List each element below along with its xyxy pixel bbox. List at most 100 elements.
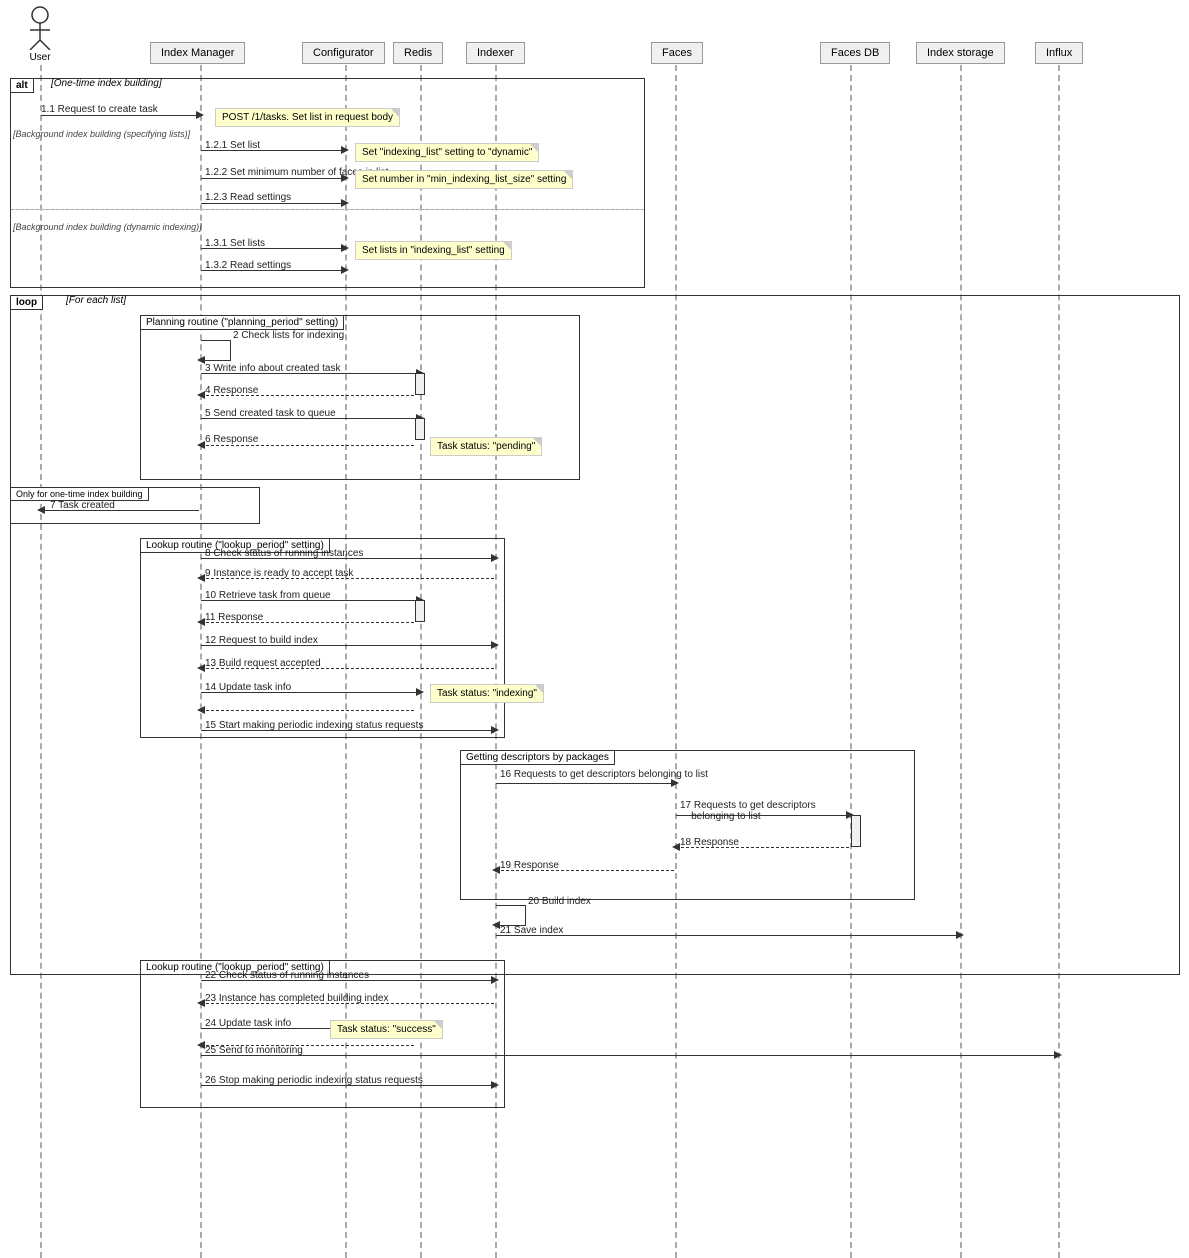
label-m6: 6 Response xyxy=(205,434,258,445)
activation-redis-m5 xyxy=(415,418,425,440)
arrowhead-m9-left xyxy=(197,574,205,582)
label-m24: 24 Update task info xyxy=(205,1018,291,1029)
arrowhead-m24-back xyxy=(197,1041,205,1049)
alt-label: alt xyxy=(10,78,34,93)
one-time-frame: Only for one-time index building xyxy=(10,487,260,524)
label-m4: 4 Response xyxy=(205,385,258,396)
arrowhead-m123 xyxy=(341,199,349,207)
arrow-m16 xyxy=(496,783,674,784)
arrow-m123 xyxy=(201,203,344,204)
label-m132: 1.3.2 Read settings xyxy=(205,260,291,271)
label-m26: 26 Stop making periodic indexing status … xyxy=(205,1075,423,1086)
arrow-m20-right xyxy=(525,905,526,925)
label-m131: 1.3.1 Set lists xyxy=(205,238,265,249)
label-m123: 1.2.3 Read settings xyxy=(205,192,291,203)
arrowhead-m15 xyxy=(491,726,499,734)
planning-label: Planning routine ("planning_period" sett… xyxy=(140,315,344,330)
arrow-m20-top xyxy=(496,905,526,906)
arrowhead-m13-left xyxy=(197,664,205,672)
loop-condition: [For each list] xyxy=(66,295,126,306)
index-manager-box: Index Manager xyxy=(150,42,245,64)
activation-redis-m10 xyxy=(415,600,425,622)
note-m11: POST /1/tasks. Set list in request body xyxy=(215,108,400,127)
arrowhead-m21 xyxy=(956,931,964,939)
note-m121: Set "indexing_list" setting to "dynamic" xyxy=(355,143,539,162)
arrowhead-m132 xyxy=(341,266,349,274)
arrowhead-m25 xyxy=(1054,1051,1062,1059)
arrowhead-m8 xyxy=(491,554,499,562)
label-m17: 17 Requests to get descriptors belonging… xyxy=(680,800,816,822)
note-m131: Set lists in "indexing_list" setting xyxy=(355,241,512,260)
user-label: User xyxy=(20,52,60,63)
arrowhead-m22 xyxy=(491,976,499,984)
activation-facesdb-m17 xyxy=(851,815,861,847)
arrowhead-m26 xyxy=(491,1081,499,1089)
alt-condition: [One-time index building] xyxy=(51,78,162,89)
arrow-m14-back xyxy=(201,710,414,711)
arrow-m2-right xyxy=(230,340,231,360)
label-m20: 20 Build index xyxy=(528,896,591,907)
arrowhead-m20 xyxy=(492,921,500,929)
bg-section-1: [Background index building (specifying l… xyxy=(13,129,190,139)
label-m7: 7 Task created xyxy=(50,500,115,511)
arrow-m6 xyxy=(201,445,414,446)
note-m24: Task status: "success" xyxy=(330,1020,443,1039)
faces-box: Faces xyxy=(651,42,703,64)
arrowhead-m11b-left xyxy=(197,618,205,626)
label-m11b: 11 Response xyxy=(205,612,263,623)
influx-box: Influx xyxy=(1035,42,1083,64)
arrowhead-m16 xyxy=(671,779,679,787)
arrow-m2-bottom xyxy=(201,360,231,361)
label-m3: 3 Write info about created task xyxy=(205,363,340,374)
bg-section-divider1 xyxy=(11,209,644,210)
arrow-m122 xyxy=(201,178,344,179)
label-m11: 1.1 Request to create task xyxy=(41,104,158,115)
getting-desc-label: Getting descriptors by packages xyxy=(460,750,615,765)
index-storage-box: Index storage xyxy=(916,42,1005,64)
configurator-box: Configurator xyxy=(302,42,385,64)
label-m5: 5 Send created task to queue xyxy=(205,408,336,419)
arrowhead-m14-back xyxy=(197,706,205,714)
label-m19: 19 Response xyxy=(500,860,559,871)
arrowhead-m2 xyxy=(197,356,205,364)
note-m14: Task status: "indexing" xyxy=(430,684,544,703)
arrowhead-m6-left xyxy=(197,441,205,449)
arrow-m2-top xyxy=(201,340,231,341)
label-m15: 15 Start making periodic indexing status… xyxy=(205,720,423,731)
label-m23: 23 Instance has completed building index xyxy=(205,993,388,1004)
arrow-m25 xyxy=(201,1055,1057,1056)
arrowhead-m19-left xyxy=(492,866,500,874)
label-m8: 8 Check status of running instances xyxy=(205,548,363,559)
indexer-box: Indexer xyxy=(466,42,525,64)
note-m122: Set number in "min_indexing_list_size" s… xyxy=(355,170,573,189)
label-m10: 10 Retrieve task from queue xyxy=(205,590,331,601)
arrowhead-m121 xyxy=(341,146,349,154)
bg-section-2: [Background index building (dynamic inde… xyxy=(13,222,202,232)
label-m2: 2 Check lists for indexing xyxy=(233,330,344,341)
arrowhead-m12 xyxy=(491,641,499,649)
label-m18: 18 Response xyxy=(680,837,739,848)
faces-db-box: Faces DB xyxy=(820,42,890,64)
note-m6: Task status: "pending" xyxy=(430,437,542,456)
label-m14: 14 Update task info xyxy=(205,682,291,693)
label-m13: 13 Build request accepted xyxy=(205,658,321,669)
loop-label: loop xyxy=(10,295,43,310)
label-m25: 25 Send to monitoring xyxy=(205,1045,303,1056)
arrowhead-m4-left xyxy=(197,391,205,399)
activation-redis-m3 xyxy=(415,373,425,395)
sequence-diagram: User Index Manager Configurator Redis In… xyxy=(0,0,1189,1258)
arrowhead-m131 xyxy=(341,244,349,252)
label-m9: 9 Instance is ready to accept task xyxy=(205,568,353,579)
label-m22: 22 Check status of running instances xyxy=(205,970,369,981)
arrow-m21 xyxy=(496,935,959,936)
label-m16: 16 Requests to get descriptors belonging… xyxy=(500,769,708,780)
one-time-label: Only for one-time index building xyxy=(10,487,149,501)
label-m21: 21 Save index xyxy=(500,925,563,936)
arrow-m11 xyxy=(41,115,199,116)
arrowhead-m23-left xyxy=(197,999,205,1007)
user-figure: User xyxy=(20,5,60,63)
arrowhead-m14 xyxy=(416,688,424,696)
arrowhead-m7-left xyxy=(37,506,45,514)
label-m121: 1.2.1 Set list xyxy=(205,140,260,151)
redis-box: Redis xyxy=(393,42,443,64)
